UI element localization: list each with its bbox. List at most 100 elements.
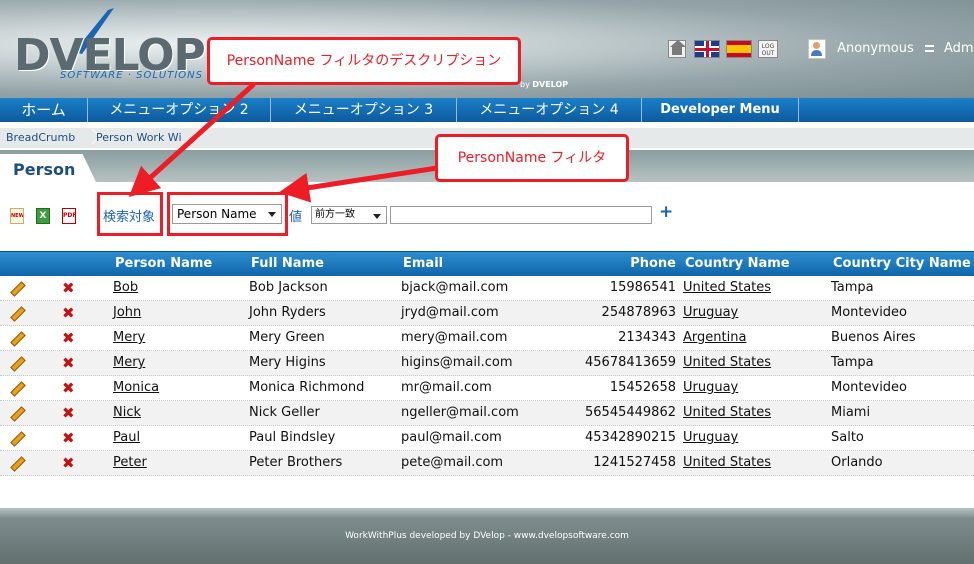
email-cell: paul@mail.com [401, 430, 502, 445]
add-filter-button[interactable]: + [659, 202, 673, 222]
delete-icon[interactable]: ✖ [62, 401, 75, 425]
chevron-down-icon [373, 214, 381, 219]
delete-icon[interactable]: ✖ [62, 301, 75, 325]
person-name-link[interactable]: Bob [113, 276, 138, 300]
breadcrumb-current: Person Work Wi [96, 131, 182, 144]
person-name-link[interactable]: Nick [113, 401, 141, 425]
edit-icon[interactable] [10, 376, 26, 400]
full-name-cell: Paul Bindsley [249, 430, 336, 445]
byline-by: by [520, 80, 530, 89]
value-label: 値 [289, 210, 303, 225]
menu-item-option-4[interactable]: メニューオプション 4 [457, 98, 642, 122]
person-name-link[interactable]: Mery [113, 326, 145, 350]
full-name-cell: John Ryders [249, 305, 326, 320]
email-cell: jryd@mail.com [401, 305, 499, 320]
table-row: ✖ Nick Nick Geller ngeller@mail.com 5654… [0, 401, 974, 426]
person-name-link[interactable]: Paul [113, 426, 140, 450]
person-name-link[interactable]: John [113, 301, 141, 325]
city-cell: Miami [831, 405, 871, 420]
excel-export-icon[interactable]: X [36, 208, 50, 224]
delete-icon[interactable]: ✖ [62, 276, 75, 300]
email-cell: ngeller@mail.com [401, 405, 519, 420]
phone-cell: 45342890215 [585, 430, 676, 445]
country-link[interactable]: Argentina [683, 326, 746, 350]
home-icon[interactable] [668, 40, 686, 58]
user-area[interactable]: Anonymous Admini [808, 38, 974, 60]
menu-item-option-2[interactable]: メニューオプション 2 [88, 98, 271, 122]
country-link[interactable]: Uruguay [683, 426, 738, 450]
callout-filter: PersonName フィルタ [435, 134, 629, 182]
person-name-link[interactable]: Mery [113, 351, 145, 375]
logout-button[interactable]: LOG OUT [758, 40, 778, 58]
pdf-export-icon[interactable]: PDF [62, 208, 76, 224]
grid-header: Person Name Full Name Email Phone Countr… [0, 251, 974, 276]
city-cell: Buenos Aires [831, 330, 916, 345]
edit-icon[interactable] [10, 301, 26, 325]
table-row: ✖ Paul Paul Bindsley paul@mail.com 45342… [0, 426, 974, 451]
country-link[interactable]: United States [683, 351, 771, 375]
user-name: Anonymous [837, 41, 914, 56]
tab-person[interactable]: Person [0, 154, 96, 182]
filter-value-input[interactable] [390, 206, 652, 224]
user-admin-link[interactable]: Admini [944, 41, 974, 56]
email-cell: mr@mail.com [401, 380, 492, 395]
person-name-link[interactable]: Peter [113, 451, 147, 475]
phone-cell: 15452658 [609, 380, 676, 395]
full-name-cell: Mery Green [249, 330, 325, 345]
delete-icon[interactable]: ✖ [62, 351, 75, 375]
person-grid: Person Name Full Name Email Phone Countr… [0, 251, 974, 476]
column-header-country-city-name[interactable]: Country City Name [833, 252, 971, 276]
annotation-highlight-description [97, 192, 163, 236]
menu-icon [924, 45, 934, 52]
phone-cell: 2134343 [618, 330, 676, 345]
operator-select[interactable]: 前方一致 [311, 206, 387, 224]
person-name-link[interactable]: Monica [113, 376, 159, 400]
delete-icon[interactable]: ✖ [62, 326, 75, 350]
city-cell: Tampa [831, 280, 874, 295]
column-header-country-name[interactable]: Country Name [685, 252, 790, 276]
email-cell: pete@mail.com [401, 455, 504, 470]
city-cell: Tampa [831, 355, 874, 370]
table-row: ✖ John John Ryders jryd@mail.com 2548789… [0, 301, 974, 326]
edit-icon[interactable] [10, 426, 26, 450]
full-name-cell: Peter Brothers [249, 455, 343, 470]
table-row: ✖ Bob Bob Jackson bjack@mail.com 1598654… [0, 276, 974, 301]
delete-icon[interactable]: ✖ [62, 376, 75, 400]
full-name-cell: Bob Jackson [249, 280, 328, 295]
table-row: ✖ Monica Monica Richmond mr@mail.com 154… [0, 376, 974, 401]
country-link[interactable]: Uruguay [683, 301, 738, 325]
delete-icon[interactable]: ✖ [62, 451, 75, 475]
edit-icon[interactable] [10, 326, 26, 350]
menu-item-home[interactable]: ホーム [0, 98, 88, 122]
phone-cell: 254878963 [601, 305, 676, 320]
table-row: ✖ Mery Mery Higins higins@mail.com 45678… [0, 351, 974, 376]
delete-icon[interactable]: ✖ [62, 426, 75, 450]
country-link[interactable]: United States [683, 276, 771, 300]
menu-item-option-3[interactable]: メニューオプション 3 [271, 98, 457, 122]
phone-cell: 45678413659 [585, 355, 676, 370]
edit-icon[interactable] [10, 401, 26, 425]
country-link[interactable]: United States [683, 401, 771, 425]
country-link[interactable]: United States [683, 451, 771, 475]
breadcrumb-root-link[interactable]: BreadCrumb [6, 128, 75, 148]
column-header-phone[interactable]: Phone [630, 252, 676, 276]
city-cell: Montevideo [831, 305, 908, 320]
column-header-full-name[interactable]: Full Name [251, 252, 324, 276]
footer-text: WorkWithPlus developed by DVelop - www.d… [345, 531, 629, 541]
logo-tagline: SOFTWARE · SOLUTIONS [60, 70, 203, 81]
column-header-email[interactable]: Email [403, 252, 443, 276]
page-title: Person [13, 160, 76, 179]
spain-flag-icon[interactable] [726, 40, 752, 58]
main-menu: ホーム メニューオプション 2 メニューオプション 3 メニューオプション 4 … [0, 98, 974, 122]
edit-icon[interactable] [10, 351, 26, 375]
edit-icon[interactable] [10, 451, 26, 475]
menu-item-developer[interactable]: Developer Menu [642, 98, 799, 122]
new-record-icon[interactable]: NEW [10, 208, 24, 224]
column-header-person-name[interactable]: Person Name [115, 252, 212, 276]
country-link[interactable]: Uruguay [683, 376, 738, 400]
edit-icon[interactable] [10, 276, 26, 300]
user-avatar-icon [808, 38, 826, 59]
city-cell: Montevideo [831, 380, 908, 395]
uk-flag-icon[interactable] [694, 40, 720, 58]
byline: by DVELOP [520, 80, 568, 89]
